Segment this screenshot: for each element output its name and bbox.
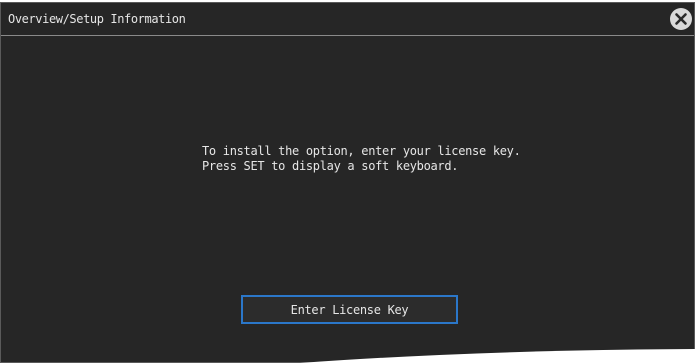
instruction-message: To install the option, enter your licens… xyxy=(202,144,521,174)
close-button[interactable] xyxy=(670,8,692,30)
instruction-line-1: To install the option, enter your licens… xyxy=(202,144,521,158)
dialog-title: Overview/Setup Information xyxy=(8,12,186,26)
instruction-line-2: Press SET to display a soft keyboard. xyxy=(202,159,459,173)
enter-license-key-button[interactable]: Enter License Key xyxy=(241,295,458,324)
title-bar: Overview/Setup Information xyxy=(1,3,694,36)
close-icon xyxy=(675,13,687,25)
screen: Overview/Setup Information To install th… xyxy=(0,0,695,363)
setup-information-dialog: Overview/Setup Information To install th… xyxy=(0,2,695,363)
